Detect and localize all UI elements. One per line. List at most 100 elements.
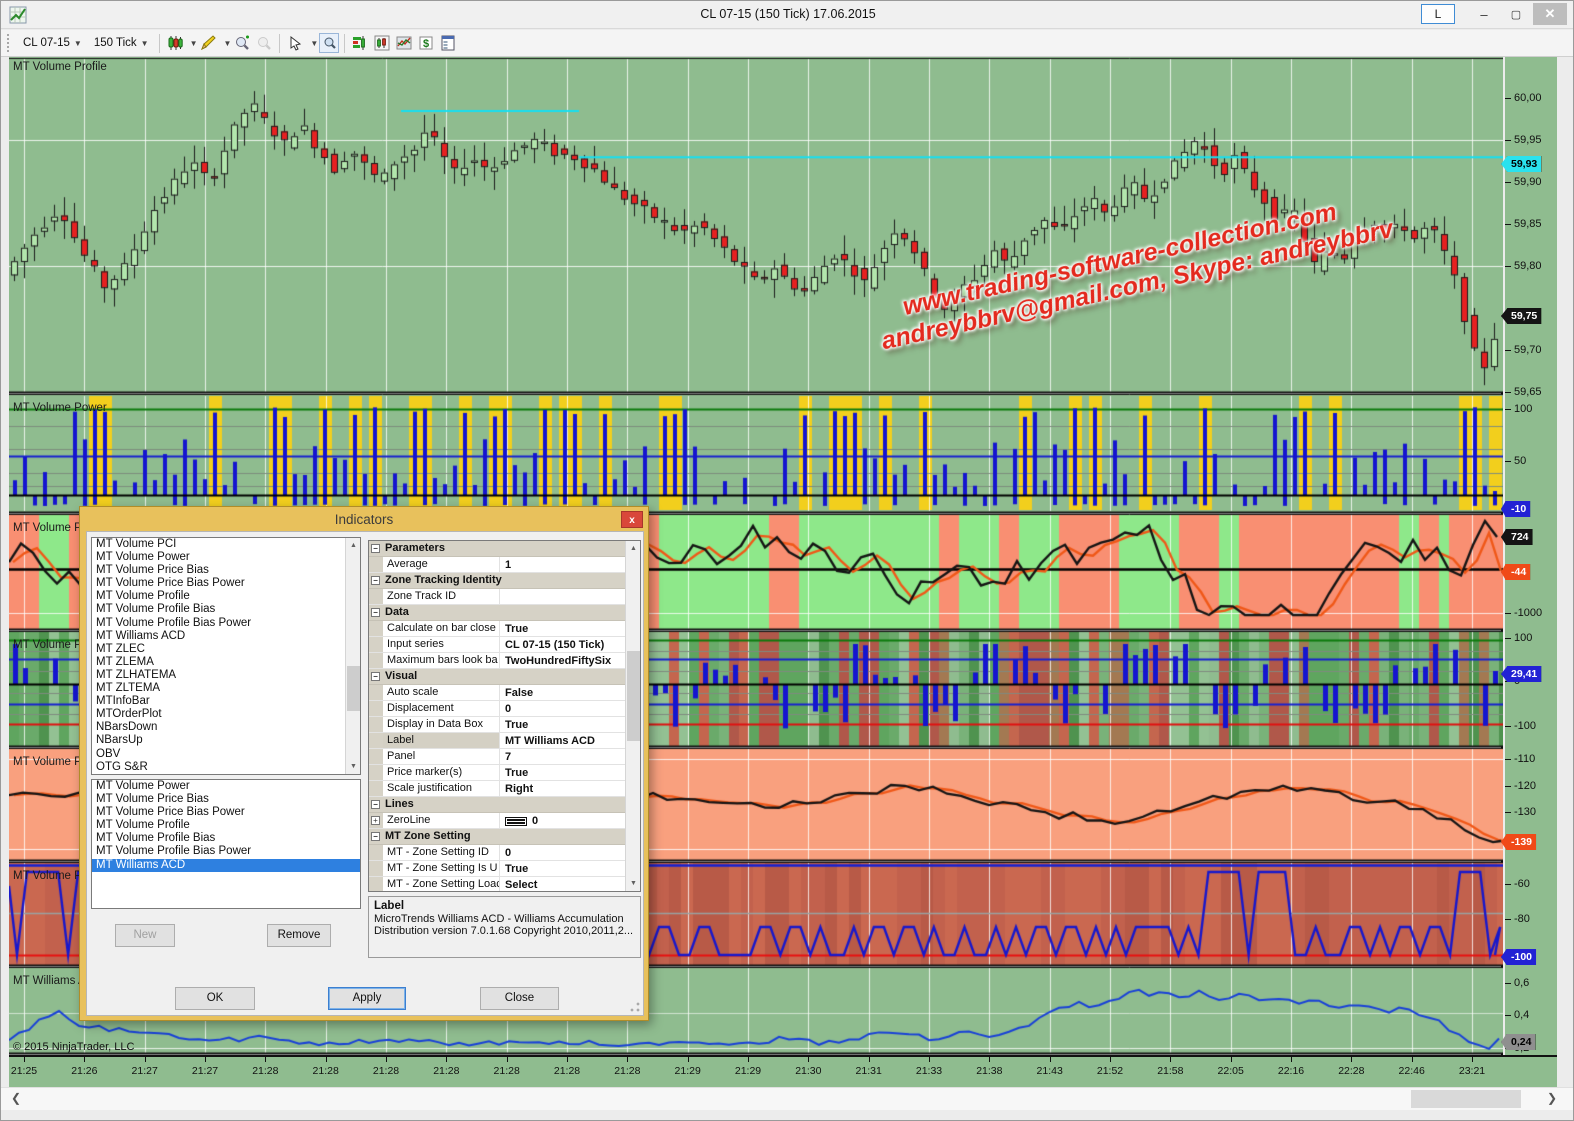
grid-property-row[interactable]: Average1 — [369, 557, 640, 573]
chart-style-icon[interactable] — [165, 33, 185, 53]
indicator-list-item[interactable]: MT ZLEMA — [92, 656, 360, 669]
chevron-down-icon[interactable]: ▼ — [223, 39, 231, 48]
indicator-list-item[interactable]: MT Volume Price Bias — [92, 564, 360, 577]
grid-property-row[interactable]: MT - Zone Setting ID0 — [369, 845, 640, 861]
applied-indicator-item[interactable]: MT Volume Profile Bias Power — [92, 845, 360, 858]
scroll-right-icon[interactable]: ❯ — [1547, 1091, 1557, 1105]
ok-button[interactable]: OK — [175, 987, 255, 1010]
horizontal-scrollbar[interactable]: ❮ ❯ — [1, 1087, 1574, 1110]
indicator-list-item[interactable]: MT ZLHATEMA — [92, 669, 360, 682]
title-bar[interactable]: CL 07-15 (150 Tick) 17.06.2015 L – ▢ ✕ — [1, 1, 1574, 29]
grid-property-row[interactable]: +ZeroLine0 — [369, 813, 640, 829]
grid-property-row[interactable]: Displacement0 — [369, 701, 640, 717]
applied-indicator-item[interactable]: MT Volume Price Bias Power — [92, 806, 360, 819]
property-value[interactable]: 0 — [500, 813, 640, 828]
snapshot-icon[interactable] — [394, 33, 414, 53]
applied-indicator-item[interactable]: MT Volume Profile Bias — [92, 832, 360, 845]
grid-category-row[interactable]: −Zone Tracking Identity — [369, 573, 640, 589]
chart-trader-icon[interactable] — [372, 33, 392, 53]
collapse-icon[interactable]: − — [371, 608, 380, 617]
indicator-list-item[interactable]: MT ZLTEMA — [92, 682, 360, 695]
grid-property-row[interactable]: Auto scaleFalse — [369, 685, 640, 701]
chevron-down-icon[interactable]: ▼ — [190, 39, 198, 48]
indicator-list-item[interactable]: MT Volume Profile — [92, 590, 360, 603]
indicator-list-item[interactable]: MT Volume Power — [92, 551, 360, 564]
indicator-list-item[interactable]: OTG S&R — [92, 761, 360, 774]
indicator-list-item[interactable]: MT ZLEC — [92, 643, 360, 656]
account-dollar-icon[interactable]: $ — [416, 33, 436, 53]
applied-indicator-item[interactable]: MT Williams ACD — [92, 859, 360, 872]
expand-icon[interactable]: + — [371, 816, 380, 825]
collapse-icon[interactable]: − — [371, 832, 380, 841]
instrument-link-button[interactable]: L — [1421, 4, 1455, 24]
property-value[interactable]: False — [500, 685, 640, 700]
cursor-icon[interactable] — [285, 33, 305, 53]
property-value[interactable]: 1 — [500, 557, 640, 572]
scroll-left-icon[interactable]: ❮ — [11, 1091, 21, 1105]
apply-button[interactable]: Apply — [328, 987, 406, 1010]
indicator-list-item[interactable]: MTInfoBar — [92, 695, 360, 708]
property-value[interactable]: True — [500, 861, 640, 876]
grid-category-row[interactable]: −Data — [369, 605, 640, 621]
property-value[interactable]: TwoHundredFiftySix — [500, 653, 640, 668]
chevron-down-icon[interactable]: ▼ — [310, 39, 318, 48]
data-box-icon[interactable] — [438, 33, 458, 53]
grid-property-row[interactable]: Maximum bars look baTwoHundredFiftySix — [369, 653, 640, 669]
grid-property-row[interactable]: Scale justificationRight — [369, 781, 640, 797]
indicator-list-item[interactable]: OBV — [92, 748, 360, 761]
zoom-in-icon[interactable] — [232, 33, 252, 53]
indicator-list-item[interactable]: MT Volume Profile Bias Power — [92, 617, 360, 630]
applied-indicator-item[interactable]: MT Volume Price Bias — [92, 793, 360, 806]
grid-property-row[interactable]: Calculate on bar closeTrue — [369, 621, 640, 637]
price-axis[interactable]: 60,0059,9559,9059,8559,8059,7059,6559,93… — [1505, 57, 1557, 1087]
grid-property-row[interactable]: LabelMT Williams ACD — [369, 733, 640, 749]
collapse-icon[interactable]: − — [371, 800, 380, 809]
resize-grip[interactable] — [630, 1002, 640, 1012]
list-scrollbar[interactable]: ▲▼ — [345, 538, 360, 774]
property-value[interactable]: Select — [500, 877, 640, 892]
collapse-icon[interactable]: − — [371, 672, 380, 681]
property-value[interactable] — [500, 589, 640, 604]
drawing-tools-icon[interactable] — [198, 33, 218, 53]
grid-scrollbar[interactable]: ▲▼ — [625, 541, 640, 891]
property-value[interactable]: 0 — [500, 845, 640, 860]
grid-property-row[interactable]: Panel7 — [369, 749, 640, 765]
grid-property-row[interactable]: MT - Zone Setting Is UTrue — [369, 861, 640, 877]
indicator-list-item[interactable]: NBarsUp — [92, 734, 360, 747]
grid-property-row[interactable]: Display in Data BoxTrue — [369, 717, 640, 733]
grid-category-row[interactable]: −Visual — [369, 669, 640, 685]
property-value[interactable]: True — [500, 717, 640, 732]
applied-indicators-list[interactable]: MT Volume PowerMT Volume Price BiasMT Vo… — [91, 779, 361, 909]
property-value[interactable]: Right — [500, 781, 640, 796]
property-value[interactable]: MT Williams ACD — [500, 733, 640, 748]
indicator-list-item[interactable]: MT Volume PCI — [92, 538, 360, 551]
grid-property-row[interactable]: MT - Zone Setting LoacSelect — [369, 877, 640, 892]
property-value[interactable]: 0 — [500, 701, 640, 716]
available-indicators-list[interactable]: ▲▼ MT Volume PCIMT Volume PowerMT Volume… — [91, 537, 361, 775]
grid-category-row[interactable]: −MT Zone Setting — [369, 829, 640, 845]
grid-property-row[interactable]: Price marker(s)True — [369, 765, 640, 781]
property-value[interactable]: 7 — [500, 749, 640, 764]
applied-indicator-item[interactable]: MT Volume Power — [92, 780, 360, 793]
zoom-out-icon[interactable] — [254, 33, 274, 53]
grid-property-row[interactable]: Zone Track ID — [369, 589, 640, 605]
minimize-button[interactable]: – — [1469, 3, 1499, 25]
market-depth-icon[interactable] — [350, 33, 370, 53]
property-value[interactable]: CL 07-15 (150 Tick) — [500, 637, 640, 652]
toolbar-grip[interactable] — [7, 34, 12, 52]
property-value[interactable]: True — [500, 621, 640, 636]
crosshair-zoom-icon[interactable] — [319, 33, 339, 53]
close-dialog-button[interactable]: Close — [480, 987, 559, 1010]
indicator-list-item[interactable]: NBarsDown — [92, 721, 360, 734]
period-selector[interactable]: 150 Tick▼ — [88, 33, 155, 54]
grid-category-row[interactable]: −Lines — [369, 797, 640, 813]
indicator-list-item[interactable]: MT Williams ACD — [92, 630, 360, 643]
applied-indicator-item[interactable]: MT Volume Profile — [92, 819, 360, 832]
property-value[interactable]: True — [500, 765, 640, 780]
new-button[interactable]: New — [115, 924, 175, 947]
indicator-list-item[interactable]: MT Volume Profile Bias — [92, 603, 360, 616]
maximize-button[interactable]: ▢ — [1501, 3, 1531, 25]
time-axis[interactable]: 21:2521:2621:2721:2721:2821:2821:2821:28… — [9, 1055, 1557, 1087]
properties-grid[interactable]: −ParametersAverage1−Zone Tracking Identi… — [368, 540, 641, 892]
dialog-close-icon[interactable]: x — [621, 511, 643, 528]
